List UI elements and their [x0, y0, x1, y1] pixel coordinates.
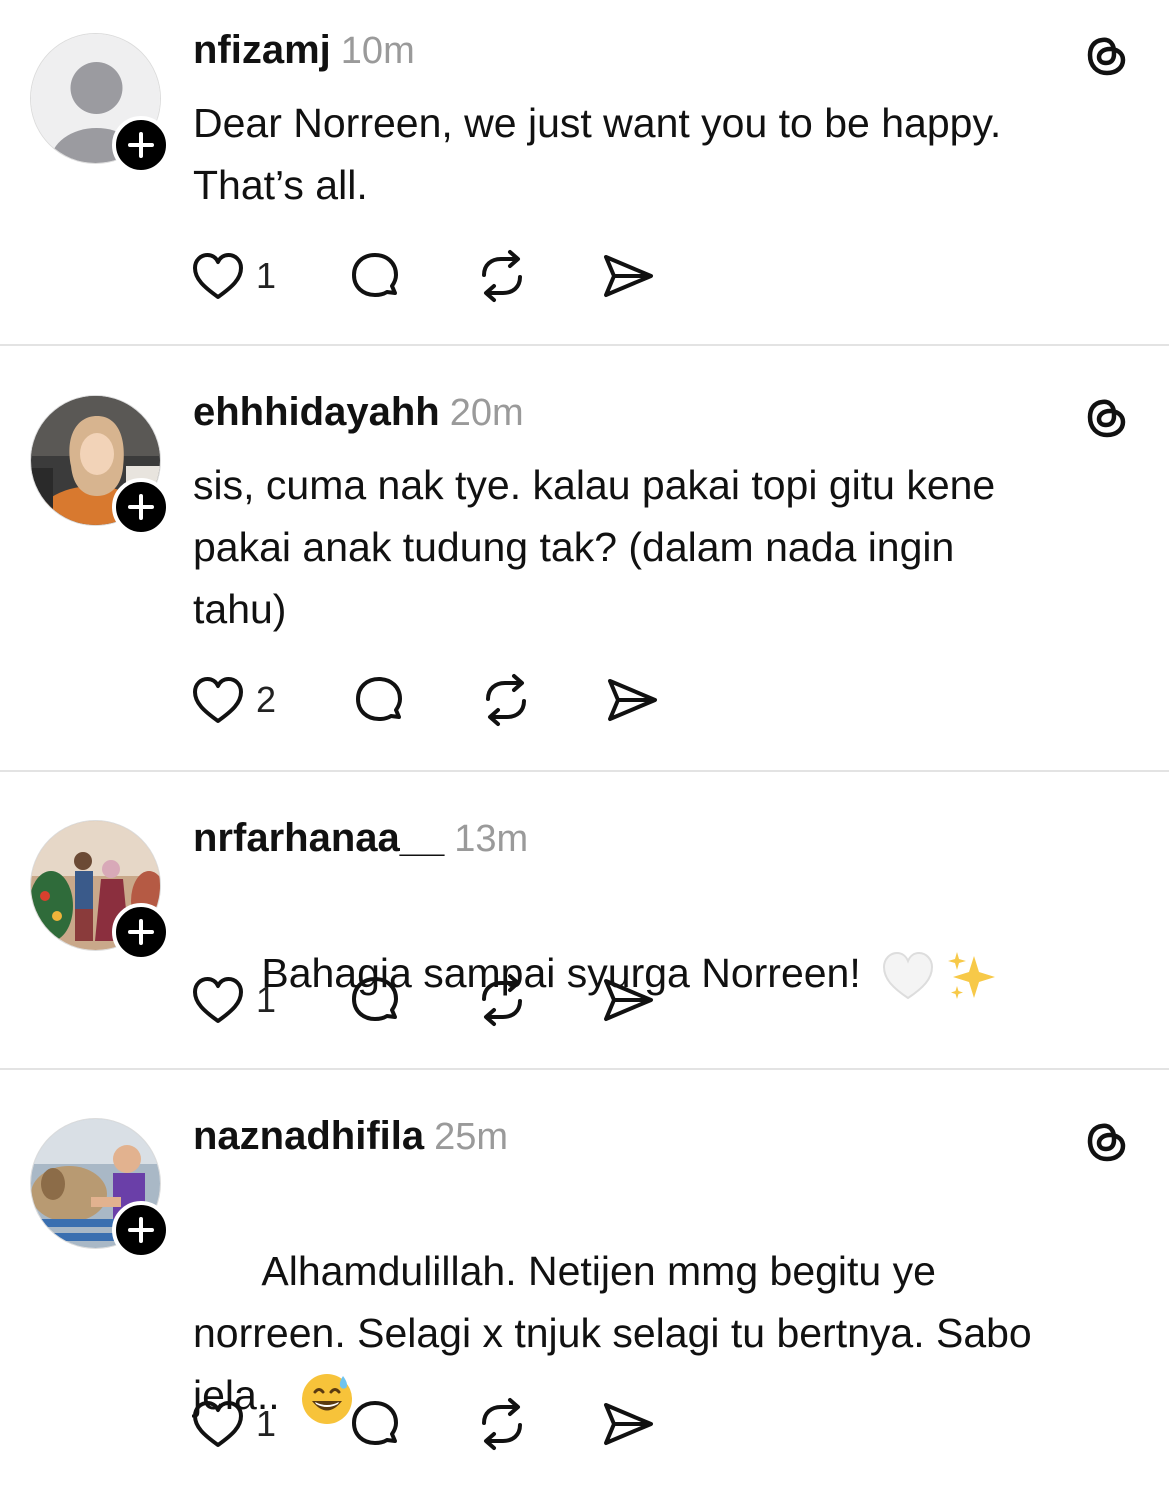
share-button[interactable] [604, 672, 660, 728]
reply-button[interactable] [352, 672, 406, 728]
post-header: nfizamj 10m [193, 28, 415, 78]
like-count: 1 [256, 255, 277, 296]
send-icon [604, 979, 653, 1021]
threads-logo-icon [1087, 1123, 1126, 1162]
share-button[interactable] [600, 248, 656, 304]
post-1: nfizamj 10m Dear Norreen, we just want y… [0, 0, 1169, 344]
comment-bubble-icon [356, 677, 402, 721]
post-text: Dear Norreen, we just want you to be hap… [193, 100, 1002, 208]
repost-icon [482, 974, 522, 1026]
plus-icon [128, 494, 154, 520]
threads-reply-feed: nfizamj 10m Dear Norreen, we just want y… [0, 0, 1169, 1479]
post-header: ehhhidayahh 20m [193, 390, 524, 440]
timestamp: 20m [449, 392, 524, 434]
comment-bubble-icon [352, 977, 398, 1021]
heart-icon [193, 1401, 243, 1447]
post-4: naznadhifila 25m Alhamdulillah. Netijen … [0, 1070, 1169, 1479]
heart-icon [193, 677, 243, 723]
follow-plus-button[interactable] [112, 116, 170, 174]
timestamp: 10m [340, 30, 415, 72]
repost-button[interactable] [474, 972, 530, 1028]
reply-button[interactable] [348, 972, 402, 1028]
timestamp: 13m [454, 818, 529, 860]
send-icon [604, 1403, 653, 1445]
white-heart-emoji-icon [883, 952, 934, 1000]
comment-bubble-icon [352, 1401, 398, 1445]
repost-icon [482, 250, 522, 302]
username[interactable]: naznadhifila [193, 1114, 424, 1159]
heart-icon [193, 977, 243, 1023]
username[interactable]: nfizamj [193, 28, 331, 73]
repost-icon [486, 674, 526, 726]
reply-button[interactable] [348, 248, 402, 304]
share-button[interactable] [600, 972, 656, 1028]
threads-logo-icon [1087, 399, 1126, 438]
action-bar: 1 [190, 248, 690, 304]
avatar-container [30, 1118, 170, 1259]
action-bar: 1 [190, 972, 690, 1028]
post-3: nrfarhanaa__ 13m Bahagia sampai syurga N… [0, 772, 1169, 1068]
share-button[interactable] [600, 1396, 656, 1452]
send-icon [604, 255, 653, 297]
like-button[interactable]: 1 [190, 1396, 276, 1452]
like-count: 1 [256, 979, 277, 1020]
repost-icon [482, 1398, 522, 1450]
like-button[interactable]: 1 [190, 972, 276, 1028]
plus-icon [128, 919, 154, 945]
heart-icon [193, 253, 243, 299]
post-text: sis, cuma nak tye. kalau pakai topi gitu… [193, 462, 996, 632]
comment-bubble-icon [352, 253, 398, 297]
plus-icon [128, 1217, 154, 1243]
follow-plus-button[interactable] [112, 903, 170, 961]
follow-plus-button[interactable] [112, 1201, 170, 1259]
send-icon [608, 679, 657, 721]
like-count: 1 [256, 1403, 277, 1444]
timestamp: 25m [434, 1116, 509, 1158]
action-bar: 2 [190, 672, 690, 728]
username[interactable]: ehhhidayahh [193, 390, 440, 435]
avatar-container [30, 395, 170, 536]
plus-icon [128, 132, 154, 158]
like-count: 2 [256, 679, 277, 720]
avatar-container [30, 33, 170, 174]
username[interactable]: nrfarhanaa__ [193, 816, 444, 861]
post-2: ehhhidayahh 20m sis, cuma nak tye. kalau… [0, 346, 1169, 770]
threads-logo-icon [1087, 37, 1126, 76]
like-button[interactable]: 1 [190, 248, 276, 304]
repost-button[interactable] [474, 1396, 530, 1452]
reply-button[interactable] [348, 1396, 402, 1452]
sparkles-emoji-icon [948, 952, 996, 1000]
action-bar: 1 [190, 1396, 690, 1452]
avatar-container [30, 820, 170, 961]
like-button[interactable]: 2 [190, 672, 276, 728]
follow-plus-button[interactable] [112, 478, 170, 536]
post-header: naznadhifila 25m [193, 1114, 508, 1164]
post-header: nrfarhanaa__ 13m [193, 816, 528, 866]
repost-button[interactable] [474, 248, 530, 304]
repost-button[interactable] [478, 672, 534, 728]
